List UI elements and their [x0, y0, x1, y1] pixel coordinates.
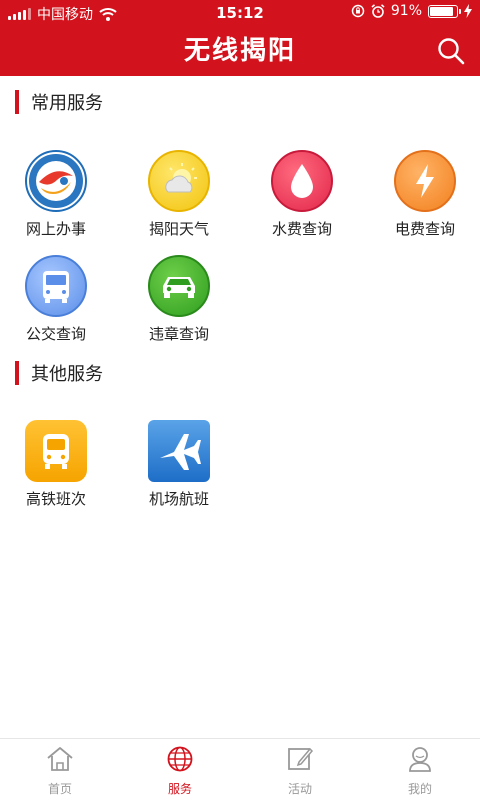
service-label: 公交查询: [25, 325, 86, 343]
service-airport-flights[interactable]: 机场航班: [119, 420, 239, 509]
airplane-icon: [148, 420, 210, 482]
lightning-icon: [394, 150, 456, 212]
tab-home[interactable]: 首页: [0, 739, 120, 800]
app-header: 中国移动 15:12 91% 无线揭阳: [0, 0, 480, 76]
section-accent-bar: [15, 90, 19, 114]
service-label: 机场航班: [148, 490, 209, 508]
bottom-tab-bar: 首页 服务 活动 我的: [0, 738, 480, 800]
edit-icon: [288, 747, 314, 770]
car-icon: [148, 255, 210, 317]
section-header-common-services: 常用服务: [15, 89, 103, 115]
section-title: 常用服务: [31, 93, 103, 114]
battery-percent: 91%: [390, 3, 422, 19]
page-title: 无线揭阳: [183, 36, 296, 66]
tab-activities[interactable]: 活动: [240, 739, 360, 800]
service-label: 电费查询: [394, 220, 455, 238]
service-label: 高铁班次: [25, 490, 86, 508]
rotation-lock-icon: [351, 4, 365, 18]
globe-icon: [167, 746, 193, 772]
service-bus-query[interactable]: 公交查询: [0, 255, 116, 344]
service-traffic-violation[interactable]: 违章查询: [119, 255, 239, 344]
service-label: 揭阳天气: [148, 220, 209, 238]
train-icon: [25, 420, 87, 482]
service-electricity-bill[interactable]: 电费查询: [365, 150, 480, 239]
section-header-other-services: 其他服务: [15, 360, 103, 386]
tab-label: 首页: [47, 782, 72, 796]
tab-services[interactable]: 服务: [120, 739, 240, 800]
tab-label: 活动: [287, 782, 312, 796]
tab-mine[interactable]: 我的: [360, 739, 480, 800]
online-services-logo: [25, 150, 87, 212]
status-bar: 中国移动 15:12 91%: [0, 0, 480, 24]
user-icon: [409, 747, 431, 772]
service-high-speed-rail[interactable]: 高铁班次: [0, 420, 116, 509]
service-water-bill[interactable]: 水费查询: [242, 150, 362, 239]
search-icon[interactable]: [436, 36, 466, 66]
home-icon: [47, 747, 73, 771]
service-label: 违章查询: [148, 325, 209, 343]
service-label: 水费查询: [271, 220, 332, 238]
tab-label: 服务: [167, 782, 192, 796]
section-title: 其他服务: [31, 364, 103, 385]
service-label: 网上办事: [25, 220, 86, 238]
section-accent-bar: [15, 361, 19, 385]
weather-icon: [148, 150, 210, 212]
water-drop-icon: [271, 150, 333, 212]
charging-icon: [464, 4, 472, 18]
service-online-affairs[interactable]: 网上办事: [0, 150, 116, 239]
service-jieyang-weather[interactable]: 揭阳天气: [119, 150, 239, 239]
bus-icon: [25, 255, 87, 317]
alarm-icon: [371, 4, 385, 18]
battery-icon: [428, 4, 461, 18]
tab-label: 我的: [407, 782, 432, 796]
